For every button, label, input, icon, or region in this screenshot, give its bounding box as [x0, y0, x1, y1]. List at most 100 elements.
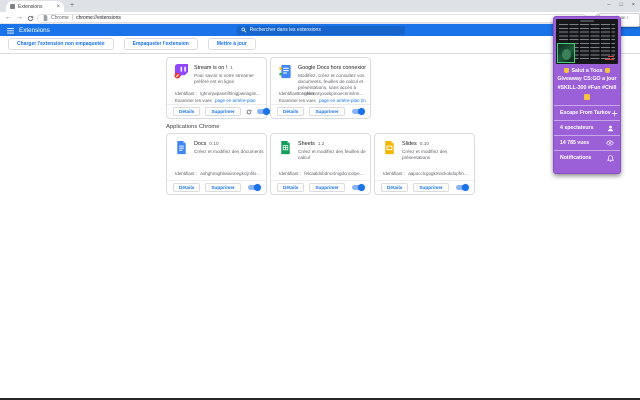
stream-menu: Escape From Tarkov 4 spectateurs 14 785 …: [554, 105, 620, 165]
thumb-titlebar: [580, 20, 594, 22]
raising-hands-icon: [584, 94, 590, 101]
app-name: Slides: [402, 141, 417, 147]
page-title: Extensions: [19, 26, 50, 34]
app-description: Créez et modifiez des documents: [194, 148, 264, 154]
app-id-line: Identifiant : aapocclcgogkmnckokdopfmhon…: [383, 171, 470, 176]
app-name: Docs: [194, 141, 207, 147]
tab-strip: Extensions × + – □ ×: [0, 0, 640, 12]
app-card-slides: Slides 0.10 Créez et modifiez des présen…: [374, 133, 475, 195]
extension-name: Stream is on !: [194, 65, 228, 71]
url-separator: |: [71, 15, 74, 21]
app-card-docs: Docs 0.10 Créez et modifiez des document…: [166, 133, 267, 195]
status-line-1: Salut a Tous: [556, 67, 618, 75]
card-footer: Détails Supprimer: [167, 180, 266, 194]
background-page-link[interactable]: page en arrière-plan (inactive): [319, 98, 366, 103]
update-button[interactable]: Mettre à jour: [207, 38, 256, 50]
menu-row-viewers[interactable]: 4 spectateurs: [554, 120, 620, 135]
google-docs-offline-icon: [278, 64, 293, 79]
tab-close-icon[interactable]: ×: [56, 4, 60, 10]
stream-thumbnail[interactable]: [556, 19, 618, 64]
background-page-link[interactable]: page en arrière-plan: [215, 98, 256, 103]
url-text: chrome://extensions: [76, 15, 121, 21]
scoreboard-red-text: [608, 55, 614, 57]
extensions-search[interactable]: [237, 25, 405, 35]
id-label: Identifiant :: [279, 90, 302, 96]
divider: [0, 53, 640, 54]
remove-button[interactable]: Supprimer: [205, 183, 241, 192]
streamer-face: [562, 49, 571, 60]
remove-button[interactable]: Supprimer: [309, 183, 345, 192]
webcam-overlay: [557, 43, 575, 63]
remove-button[interactable]: Supprimer: [309, 107, 345, 116]
bell-icon[interactable]: [607, 154, 614, 162]
app-version: 0.10: [419, 142, 430, 147]
hamburger-menu-icon[interactable]: [7, 27, 14, 34]
menu-row-game[interactable]: Escape From Tarkov: [554, 105, 620, 120]
id-value: ghbmnnjooekpmoecnnnilnnbdlolhkhi: [304, 90, 366, 96]
address-bar[interactable]: Chrome | chrome://extensions: [37, 13, 587, 23]
details-button[interactable]: Détails: [173, 183, 201, 192]
app-name: Sheets: [298, 141, 315, 147]
reload-button[interactable]: [27, 15, 34, 22]
pack-extension-button[interactable]: Empaqueter l'extension: [123, 38, 198, 50]
eye-icon: [606, 140, 614, 146]
enable-toggle[interactable]: [248, 184, 261, 191]
status-text-1: Salut a Tous: [571, 68, 603, 74]
remove-button[interactable]: Supprimer: [413, 183, 449, 192]
footer-right: [456, 184, 469, 191]
menu-label: 14 785 vues: [560, 140, 590, 146]
menu-label: Notifications: [560, 155, 592, 161]
card-footer: Détails Supprimer: [375, 180, 474, 194]
footer-right: [352, 108, 365, 115]
menu-row-views[interactable]: 14 785 vues: [554, 135, 620, 150]
scoreboard-red-text: [605, 58, 614, 60]
app-description: Créez et modifiez des feuilles de calcul: [298, 148, 366, 160]
enable-toggle[interactable]: [456, 184, 469, 191]
extension-title-row: Google Docs hors connexion 1.9: [298, 65, 366, 71]
app-version: 0.10: [209, 142, 219, 147]
extension-version: 1: [230, 66, 233, 71]
hamburger-bars: [7, 27, 14, 34]
extension-card-docs-offline: Google Docs hors connexion 1.9 Modifiez,…: [270, 57, 371, 119]
reload-extension-icon[interactable]: [246, 109, 252, 115]
enable-toggle[interactable]: [256, 108, 270, 115]
id-value: aapocclcgogkmnckokdopfmhonfmgoek: [408, 171, 470, 176]
menu-label: 4 spectateurs: [560, 125, 594, 131]
developer-toolbar: Charger l'extension non empaquetée Empaq…: [8, 38, 256, 50]
search-input[interactable]: [249, 27, 401, 33]
new-tab-button[interactable]: +: [70, 2, 74, 9]
menu-row-notifications[interactable]: Notifications: [554, 150, 620, 165]
close-button[interactable]: ×: [632, 3, 635, 9]
extension-description: Pour savoir si votre streamer préféré es…: [194, 72, 254, 84]
google-sheets-icon: [278, 140, 293, 155]
browser-window: Extensions × + – □ × ← → Chrome | chrome…: [0, 0, 640, 400]
app-title-row: Slides 0.10: [402, 141, 470, 147]
app-title-row: Docs 0.10: [194, 141, 262, 147]
id-value: lghnmjwpasinfhlnigpwnagimaiodo: [200, 90, 262, 96]
extension-title-row: Stream is on ! 1: [194, 65, 262, 71]
footer-right: [352, 184, 365, 191]
back-button[interactable]: ←: [5, 14, 12, 21]
page-info-icon[interactable]: [43, 15, 48, 21]
remove-button[interactable]: Supprimer: [205, 107, 241, 116]
details-button[interactable]: Détails: [381, 183, 409, 192]
stream-status: Salut a Tous Giveaway CS:GO a jour #SKIL…: [556, 67, 618, 101]
id-label: Identifiant :: [279, 171, 302, 176]
details-button[interactable]: Détails: [277, 183, 305, 192]
load-unpacked-button[interactable]: Charger l'extension non empaquetée: [8, 38, 114, 50]
details-button[interactable]: Détails: [173, 107, 201, 116]
enable-toggle[interactable]: [352, 108, 365, 115]
forward-button[interactable]: →: [16, 14, 23, 21]
card-footer: Détails Supprimer: [271, 104, 370, 118]
tab-extensions[interactable]: Extensions ×: [6, 1, 64, 12]
twitch-icon: [174, 64, 189, 79]
inspect-label: Examiner les vues: [175, 97, 212, 103]
extension-id-line: Identifiant : lghnmjwpasinfhlnigpwnagima…: [175, 91, 262, 96]
enable-toggle[interactable]: [352, 184, 365, 191]
details-button[interactable]: Détails: [277, 107, 305, 116]
maximize-button[interactable]: □: [619, 3, 622, 9]
person-icon: [607, 125, 614, 132]
browser-toolbar: ← → Chrome | chrome://extensions ☆ ⋮: [0, 12, 640, 24]
plus-icon[interactable]: [611, 110, 618, 117]
minimize-button[interactable]: –: [607, 3, 610, 9]
